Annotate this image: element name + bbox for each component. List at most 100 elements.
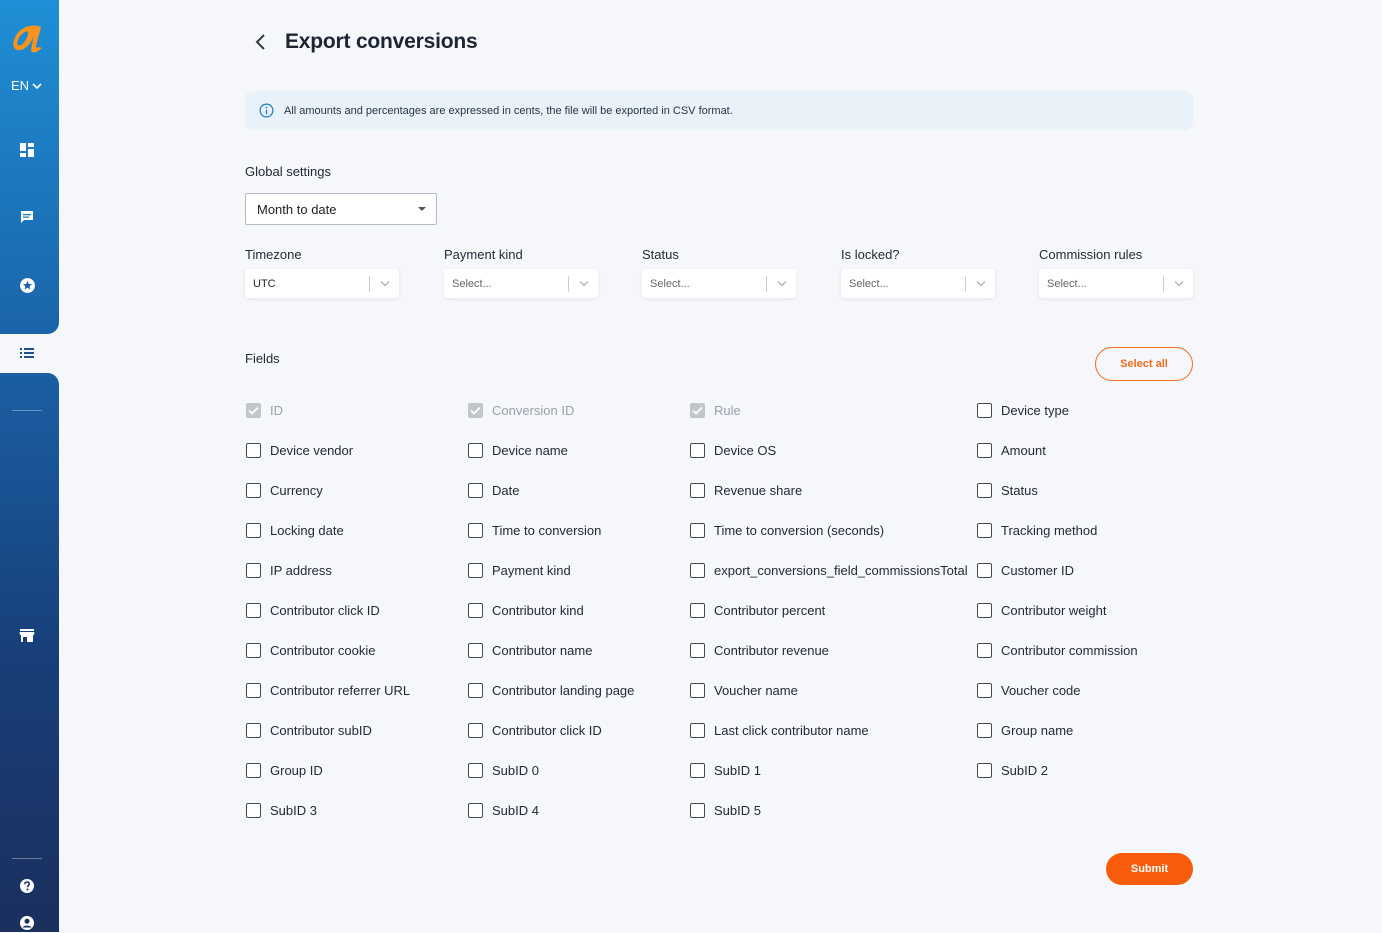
- checkbox[interactable]: [690, 602, 705, 618]
- checkbox[interactable]: [690, 522, 705, 538]
- checkbox[interactable]: [977, 762, 992, 778]
- field-option[interactable]: Group name: [977, 710, 1073, 750]
- language-selector[interactable]: EN: [11, 78, 42, 93]
- field-option[interactable]: Revenue share: [690, 470, 802, 510]
- field-option[interactable]: Contributor click ID: [468, 710, 602, 750]
- select-separator: [1163, 275, 1164, 292]
- checkbox[interactable]: [246, 442, 261, 458]
- field-option[interactable]: SubID 1: [690, 750, 761, 790]
- checkbox[interactable]: [468, 722, 483, 738]
- checkbox[interactable]: [977, 722, 992, 738]
- checkbox[interactable]: [977, 562, 992, 578]
- account-icon[interactable]: [17, 913, 37, 933]
- checkbox[interactable]: [977, 602, 992, 618]
- checkbox[interactable]: [246, 682, 261, 698]
- field-option[interactable]: Contributor landing page: [468, 670, 634, 710]
- checkbox[interactable]: [690, 762, 705, 778]
- field-option[interactable]: SubID 5: [690, 790, 761, 830]
- brand-logo-icon[interactable]: [8, 18, 48, 58]
- field-option[interactable]: Device OS: [690, 430, 776, 470]
- checkbox[interactable]: [468, 682, 483, 698]
- field-option[interactable]: Currency: [246, 470, 323, 510]
- checkbox[interactable]: [468, 762, 483, 778]
- checkbox[interactable]: [246, 522, 261, 538]
- checkbox[interactable]: [690, 802, 705, 818]
- field-option[interactable]: Amount: [977, 430, 1046, 470]
- field-option[interactable]: Contributor click ID: [246, 590, 380, 630]
- field-label: Payment kind: [492, 562, 571, 578]
- checkbox[interactable]: [977, 642, 992, 658]
- checkbox[interactable]: [468, 802, 483, 818]
- checkbox[interactable]: [468, 482, 483, 498]
- field-option[interactable]: SubID 3: [246, 790, 317, 830]
- field-option[interactable]: Contributor kind: [468, 590, 584, 630]
- checkbox[interactable]: [690, 442, 705, 458]
- store-icon[interactable]: [17, 625, 37, 645]
- field-option[interactable]: Contributor revenue: [690, 630, 829, 670]
- dashboard-icon[interactable]: [17, 140, 37, 160]
- field-option[interactable]: Last click contributor name: [690, 710, 869, 750]
- checkbox[interactable]: [977, 482, 992, 498]
- checkbox[interactable]: [246, 722, 261, 738]
- field-option[interactable]: Contributor weight: [977, 590, 1107, 630]
- checkbox[interactable]: [468, 562, 483, 578]
- status-select[interactable]: Select...: [642, 269, 796, 298]
- field-option[interactable]: Status: [977, 470, 1038, 510]
- checkbox[interactable]: [690, 482, 705, 498]
- checkbox[interactable]: [246, 562, 261, 578]
- checkbox[interactable]: [690, 722, 705, 738]
- field-option[interactable]: Group ID: [246, 750, 323, 790]
- checkbox[interactable]: [690, 562, 705, 578]
- field-option[interactable]: Customer ID: [977, 550, 1074, 590]
- payment-kind-select[interactable]: Select...: [444, 269, 598, 298]
- checkbox[interactable]: [246, 802, 261, 818]
- timezone-select[interactable]: UTC: [245, 269, 399, 298]
- field-option[interactable]: Contributor percent: [690, 590, 825, 630]
- checkbox[interactable]: [977, 522, 992, 538]
- checkbox[interactable]: [246, 482, 261, 498]
- field-option[interactable]: Voucher name: [690, 670, 798, 710]
- checkbox[interactable]: [468, 602, 483, 618]
- field-option[interactable]: SubID 2: [977, 750, 1048, 790]
- help-icon[interactable]: [17, 876, 37, 896]
- field-option[interactable]: Contributor referrer URL: [246, 670, 410, 710]
- field-option[interactable]: Voucher code: [977, 670, 1081, 710]
- checkbox[interactable]: [977, 442, 992, 458]
- checkbox[interactable]: [690, 642, 705, 658]
- field-option[interactable]: Contributor cookie: [246, 630, 376, 670]
- commission-rules-select[interactable]: Select...: [1039, 269, 1193, 298]
- field-option[interactable]: Payment kind: [468, 550, 571, 590]
- field-option[interactable]: Time to conversion: [468, 510, 601, 550]
- checkbox[interactable]: [246, 602, 261, 618]
- field-option[interactable]: Device name: [468, 430, 568, 470]
- checkbox[interactable]: [977, 402, 992, 418]
- field-option[interactable]: Contributor commission: [977, 630, 1138, 670]
- date-range-select[interactable]: Month to date: [245, 193, 437, 225]
- chat-icon[interactable]: [17, 207, 37, 227]
- star-badge-icon[interactable]: [17, 275, 37, 295]
- checkbox[interactable]: [468, 522, 483, 538]
- field-option[interactable]: SubID 0: [468, 750, 539, 790]
- is-locked-select[interactable]: Select...: [841, 269, 995, 298]
- field-option[interactable]: Time to conversion (seconds): [690, 510, 884, 550]
- list-icon[interactable]: [17, 343, 37, 363]
- checkbox[interactable]: [977, 682, 992, 698]
- field-option[interactable]: Date: [468, 470, 519, 510]
- field-option[interactable]: export_conversions_field_commissionsTota…: [690, 550, 968, 590]
- field-option[interactable]: Device type: [977, 390, 1069, 430]
- checkbox[interactable]: [468, 442, 483, 458]
- checkbox[interactable]: [468, 642, 483, 658]
- submit-button[interactable]: Submit: [1106, 853, 1193, 885]
- checkbox[interactable]: [690, 682, 705, 698]
- field-option[interactable]: Device vendor: [246, 430, 353, 470]
- field-option[interactable]: Locking date: [246, 510, 344, 550]
- field-option[interactable]: SubID 4: [468, 790, 539, 830]
- checkbox[interactable]: [246, 762, 261, 778]
- select-all-button[interactable]: Select all: [1095, 347, 1193, 381]
- checkbox[interactable]: [246, 642, 261, 658]
- field-option[interactable]: Tracking method: [977, 510, 1097, 550]
- field-option[interactable]: IP address: [246, 550, 332, 590]
- field-option[interactable]: Contributor subID: [246, 710, 372, 750]
- field-option[interactable]: Contributor name: [468, 630, 592, 670]
- back-button[interactable]: [249, 28, 271, 56]
